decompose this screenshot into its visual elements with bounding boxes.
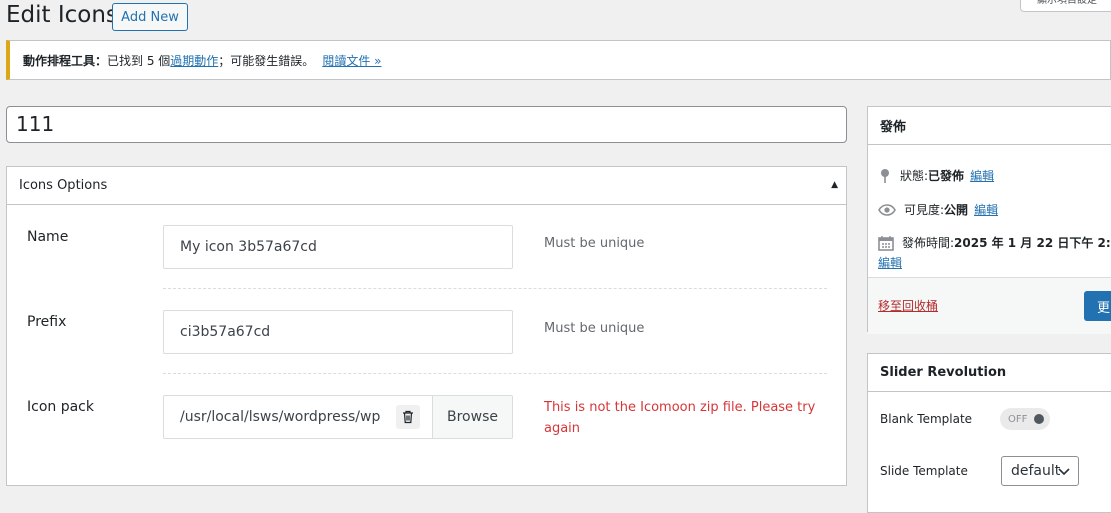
blank-template-toggle[interactable]: OFF — [1000, 408, 1050, 430]
visibility-label: 可見度: — [904, 203, 945, 217]
slider-revolution-box: Slider Revolution Blank Template OFF Sli… — [867, 353, 1111, 513]
past-due-actions-link[interactable]: 過期動作 — [170, 52, 218, 69]
icons-options-header[interactable]: Icons Options ▲ — [7, 167, 846, 205]
name-hint: Must be unique — [544, 236, 645, 251]
publish-date-value: 2025 年 1 月 22 日下午 2: — [954, 236, 1111, 250]
edit-date-link[interactable]: 編輯 — [878, 254, 902, 271]
screen-options-tab[interactable]: 顯示項目設定 — [1020, 0, 1111, 12]
publish-title: 發佈 — [880, 120, 907, 135]
pin-icon — [881, 168, 889, 183]
icons-options-box: Icons Options ▲ Name My icon 3b57a67cd M… — [6, 166, 847, 486]
post-title-input[interactable]: 111 — [6, 106, 847, 143]
prefix-input[interactable]: ci3b57a67cd — [163, 310, 513, 354]
slide-template-select[interactable]: default — [1001, 456, 1079, 486]
slide-template-label: Slide Template — [880, 464, 968, 478]
visibility-line: 可見度: 公開 編輯 — [878, 201, 998, 218]
publish-date-label: 發佈時間: — [902, 236, 955, 250]
icon-pack-label: Icon pack — [27, 399, 94, 415]
slider-revolution-title: Slider Revolution — [880, 365, 1007, 380]
read-docs-link[interactable]: 閱讀文件 » — [322, 52, 381, 69]
status-line: 狀態: 已發佈 編輯 — [878, 167, 994, 184]
prefix-label: Prefix — [27, 314, 67, 330]
slide-template-value: default — [1011, 463, 1061, 479]
add-new-button[interactable]: Add New — [112, 3, 188, 31]
update-button[interactable]: 更 — [1084, 291, 1111, 321]
notice-text-b: ；可能發生錯誤。 — [218, 53, 315, 68]
visibility-value: 公開 — [944, 203, 969, 217]
toggle-state-text: OFF — [1008, 413, 1028, 425]
status-value: 已發佈 — [928, 169, 965, 183]
edit-visibility-link[interactable]: 編輯 — [974, 201, 998, 218]
publish-box: 發佈 狀態: 已發佈 編輯 可見度: 公開 編輯 發佈時間: 2025 年 1 … — [867, 106, 1111, 334]
scheduler-notice: 動作排程工具： 已找到 5 個 過期動作 ；可能發生錯誤。 閱讀文件 » — [6, 40, 1111, 80]
name-input[interactable]: My icon 3b57a67cd — [163, 225, 513, 269]
browse-button[interactable]: Browse — [432, 396, 512, 438]
prefix-hint: Must be unique — [544, 321, 645, 336]
icons-options-title: Icons Options — [19, 178, 108, 193]
status-label: 狀態: — [900, 169, 929, 183]
move-to-trash-link[interactable]: 移至回收桶 — [878, 297, 938, 314]
icon-pack-path-input[interactable]: /usr/local/lsws/wordpress/wp — [164, 409, 394, 425]
publish-header[interactable]: 發佈 — [868, 107, 1111, 145]
slider-revolution-header[interactable]: Slider Revolution — [868, 354, 1111, 392]
trash-icon[interactable] — [396, 405, 420, 429]
collapse-toggle-icon[interactable]: ▲ — [831, 180, 838, 190]
chevron-down-icon — [1058, 468, 1070, 476]
page-title: Edit Icons — [6, 2, 118, 28]
publish-date-line: 發佈時間: 2025 年 1 月 22 日下午 2: — [878, 234, 1111, 251]
name-label: Name — [27, 229, 69, 245]
notice-title: 動作排程工具： — [23, 53, 108, 68]
blank-template-label: Blank Template — [880, 412, 973, 426]
notice-text-a: 已找到 5 個 — [107, 53, 171, 68]
row-divider — [163, 288, 827, 289]
calendar-icon — [878, 235, 894, 251]
edit-status-link[interactable]: 編輯 — [970, 167, 994, 184]
toggle-knob — [1034, 414, 1044, 424]
icon-pack-error: This is not the Icomoon zip file. Please… — [544, 400, 816, 436]
row-divider — [163, 373, 827, 374]
icon-pack-file-field: /usr/local/lsws/wordpress/wp Browse — [163, 395, 513, 439]
eye-icon — [878, 203, 896, 216]
